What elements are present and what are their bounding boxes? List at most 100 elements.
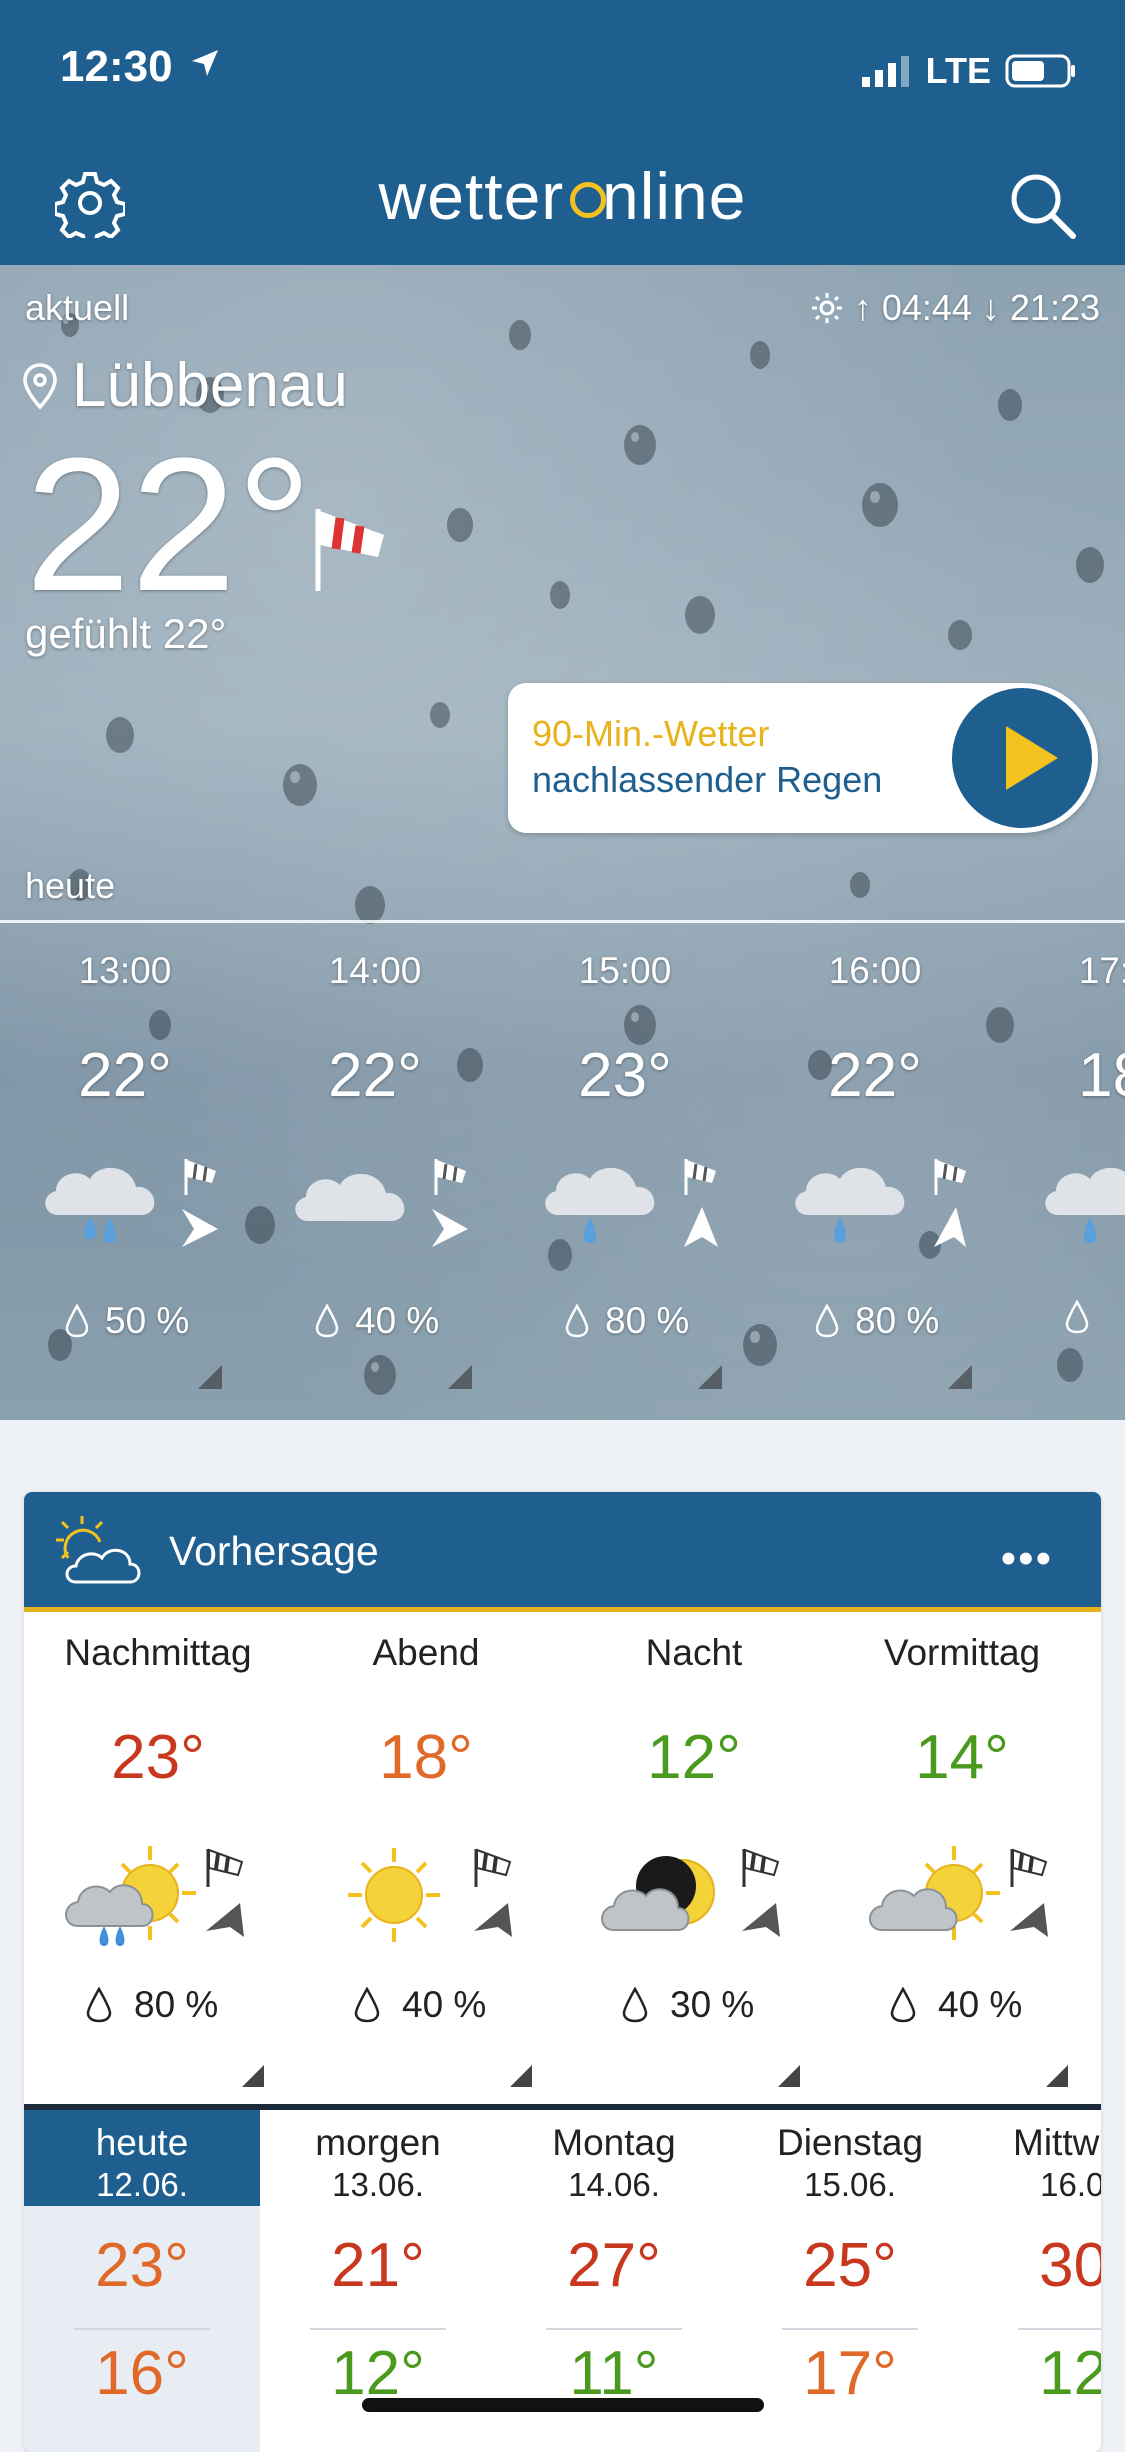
period-precip: 80 % <box>86 1984 218 2026</box>
hour-item[interactable]: 17:00 18° <box>1000 925 1125 1420</box>
search-icon[interactable] <box>1005 168 1080 243</box>
hour-time: 14:00 <box>328 950 422 991</box>
home-indicator[interactable] <box>362 2398 764 2412</box>
play-icon[interactable] <box>952 688 1092 828</box>
day-date: 12.06. <box>96 2166 188 2203</box>
period-temp: 23° <box>111 1723 205 1792</box>
current-weather-panel: aktuell ↑ 04:44 ↓ 21:23 Lübbenau 22° gef… <box>0 265 1125 1420</box>
hour-precip-value: 80 % <box>605 1300 690 1341</box>
drop-icon <box>315 1304 339 1338</box>
hour-temp: 22° <box>828 1041 922 1110</box>
hour-precip: 80 % <box>565 1300 689 1342</box>
forecast-card: Vorhersage ••• Nachmittag 23° 80 % Abend… <box>24 1492 1101 2452</box>
period-item[interactable]: Abend 18° 40 % <box>292 1612 560 2097</box>
day-date: 16.06. <box>1040 2166 1101 2203</box>
rain-radar-promo[interactable]: 90-Min.-Wetter nachlassender Regen <box>508 683 1098 833</box>
hourly-forecast[interactable]: 13:00 22° 50 % 14:00 22° 40 % 15:00 23° … <box>0 925 1125 1420</box>
drop-icon <box>622 1987 648 2023</box>
status-bar: 12:30 LTE <box>0 0 1125 140</box>
cloud-icon <box>295 1173 405 1221</box>
expand-corner-icon <box>448 1365 472 1389</box>
sun-cloud-header-icon <box>56 1516 141 1584</box>
period-temp: 14° <box>915 1723 1009 1792</box>
app-logo: wetteronline <box>0 158 1125 234</box>
period-name: Nacht <box>645 1632 743 1673</box>
hour-item[interactable]: 13:00 22° 50 % <box>0 925 250 1420</box>
more-options-icon[interactable]: ••• <box>1001 1534 1053 1584</box>
period-precip-value: 80 % <box>134 1984 219 2025</box>
divider <box>782 2328 918 2330</box>
drop-icon <box>815 1304 839 1338</box>
location[interactable]: Lübbenau <box>22 350 348 421</box>
hour-time: 15:00 <box>578 950 672 991</box>
day-item[interactable]: Mittwoch 16.06. 30° 12° <box>968 2110 1101 2452</box>
period-temp: 12° <box>647 1723 741 1792</box>
period-precip-value: 40 % <box>938 1984 1023 2025</box>
day-item[interactable]: Dienstag 15.06. 25° 17° <box>732 2110 968 2452</box>
drop-icon <box>65 1304 89 1338</box>
forecast-title: Vorhersage <box>169 1528 379 1574</box>
expand-corner-icon <box>948 1365 972 1389</box>
period-precip: 30 % <box>622 1984 754 2026</box>
sun-cloud-rain-icon <box>65 1846 196 1946</box>
period-precip-value: 40 % <box>402 1984 487 2025</box>
day-date: 13.06. <box>332 2166 424 2203</box>
current-temperature: 22° <box>25 419 313 631</box>
period-name: Abend <box>372 1632 480 1673</box>
status-indicators: LTE <box>861 50 1077 92</box>
cloud-rain-icon <box>545 1167 655 1243</box>
day-item-today[interactable]: heute 12.06. 23° 16° <box>24 2110 260 2452</box>
drop-icon <box>354 1987 380 2023</box>
forecast-card-header: Vorhersage ••• <box>24 1492 1101 1612</box>
expand-corner-icon <box>698 1365 722 1389</box>
period-name: Vormittag <box>883 1632 1041 1673</box>
sun-times: ↑ 04:44 ↓ 21:23 <box>810 287 1100 329</box>
promo-subtitle: nachlassender Regen <box>532 759 883 800</box>
day-min-temp: 16° <box>95 2339 189 2408</box>
hour-precip-value: 80 % <box>855 1300 940 1341</box>
day-name: Dienstag <box>776 2122 924 2163</box>
expand-corner-icon <box>198 1365 222 1389</box>
divider <box>74 2328 210 2330</box>
hour-temp: 23° <box>578 1041 672 1110</box>
current-label: aktuell <box>25 287 130 328</box>
cloud-heavy-rain-icon <box>45 1167 155 1243</box>
location-pin-icon <box>23 362 57 410</box>
windsock-icon <box>315 509 384 591</box>
hour-time: 17:00 <box>1078 950 1125 991</box>
drop-icon <box>86 1987 112 2023</box>
app-header: 12:30 LTE wetteronline <box>0 0 1125 265</box>
hour-precip-value: 50 % <box>105 1300 190 1341</box>
expand-corner-icon <box>510 2065 532 2087</box>
divider <box>1018 2328 1101 2330</box>
day-max-temp: 25° <box>803 2231 897 2300</box>
period-precip: 40 % <box>354 1984 486 2026</box>
drop-icon <box>565 1304 589 1338</box>
period-item[interactable]: Nachmittag 23° 80 % <box>24 1612 292 2097</box>
moon-cloud-icon <box>601 1856 715 1931</box>
divider <box>546 2328 682 2330</box>
day-min-temp: 17° <box>803 2339 897 2408</box>
wind-indicator-icon <box>1010 1848 1048 1937</box>
hour-item[interactable]: 16:00 22° 80 % <box>750 925 1000 1420</box>
sunset-arrow-icon: ↓ <box>981 287 1000 328</box>
period-precip: 40 % <box>890 1984 1022 2026</box>
sun-cloud-icon <box>869 1846 1000 1940</box>
period-item[interactable]: Nacht 12° 30 % <box>560 1612 828 2097</box>
expand-corner-icon <box>242 2065 264 2087</box>
hour-temp: 22° <box>78 1041 172 1110</box>
wind-indicator-icon <box>432 1159 468 1247</box>
hour-item[interactable]: 15:00 23° 80 % <box>500 925 750 1420</box>
wind-indicator-icon <box>474 1848 512 1937</box>
status-time: 12:30 <box>60 42 173 91</box>
hour-item[interactable]: 14:00 22° 40 % <box>250 925 500 1420</box>
day-name: Mittwoch <box>1013 2122 1101 2163</box>
day-name: heute <box>95 2122 189 2163</box>
battery-icon <box>1005 54 1075 88</box>
day-name: Montag <box>552 2122 676 2163</box>
day-name: morgen <box>315 2122 441 2163</box>
logo-o-mark: o <box>564 158 606 234</box>
period-item[interactable]: Vormittag 14° 40 % <box>828 1612 1096 2097</box>
wind-indicator-icon <box>742 1848 780 1937</box>
day-date: 14.06. <box>568 2166 660 2203</box>
